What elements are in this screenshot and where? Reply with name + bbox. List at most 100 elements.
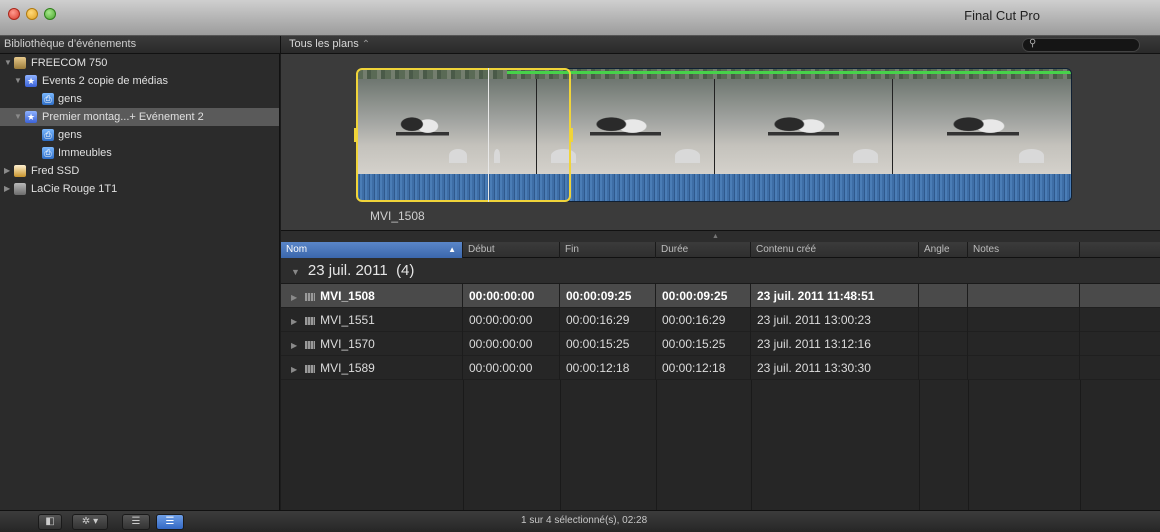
- table-row[interactable]: ▶ MVI_1551 00:00:00:00 00:00:16:29 00:00:…: [281, 308, 1160, 332]
- search-icon: ⚲: [1029, 38, 1037, 49]
- library-item-event[interactable]: ▼ ★ Events 2 copie de médias: [0, 72, 279, 90]
- column-header-start[interactable]: Début: [463, 242, 560, 258]
- clip-filter-label: Tous les plans: [289, 38, 359, 50]
- close-window-button[interactable]: [8, 8, 20, 20]
- cell-notes[interactable]: [968, 332, 1080, 356]
- column-header-bar: Nom ▲ Début Fin Durée Contenu créé Angle …: [281, 242, 1160, 258]
- cell-duration: 00:00:09:25: [656, 284, 751, 308]
- cell-start: 00:00:00:00: [463, 332, 560, 356]
- disclosure-open-icon[interactable]: ▼: [14, 108, 22, 126]
- table-row[interactable]: ▶ MVI_1589 00:00:00:00 00:00:12:18 00:00:…: [281, 356, 1160, 380]
- filmstrip-view: MVI_1508: [281, 54, 1160, 230]
- clip-thumbnail: [893, 79, 1071, 174]
- column-header-end[interactable]: Fin: [560, 242, 656, 258]
- film-clip-icon: [305, 292, 316, 301]
- library-item-label: gens: [58, 93, 82, 105]
- column-divider: [968, 380, 969, 510]
- library-item-keyword[interactable]: ⎙ gens: [0, 90, 279, 108]
- library-item-keyword[interactable]: ⎙ gens: [0, 126, 279, 144]
- cell-angle: [919, 284, 968, 308]
- event-library-header: Bibliothèque d’événements: [0, 36, 280, 54]
- column-header-name[interactable]: Nom ▲: [281, 242, 463, 258]
- cell-name: ▶ MVI_1508: [281, 284, 463, 308]
- clip-filter-popup[interactable]: Tous les plans ⌃: [289, 38, 370, 50]
- library-item-label: FREECOM 750: [31, 57, 108, 69]
- disclosure-closed-icon[interactable]: ▶: [4, 162, 10, 180]
- window-title: Final Cut Pro: [964, 8, 1040, 23]
- browser-toolbar: Tous les plans ⌃ ⚲: [280, 36, 1160, 54]
- library-item-freecom[interactable]: ▼ FREECOM 750: [0, 54, 279, 72]
- cell-angle: [919, 332, 968, 356]
- column-header-content-created[interactable]: Contenu créé: [751, 242, 919, 258]
- disclosure-closed-icon: ▶: [291, 293, 298, 302]
- favorite-range-line: [507, 71, 1071, 74]
- cell-name: ▶ MVI_1570: [281, 332, 463, 356]
- cell-name: ▶ MVI_1589: [281, 356, 463, 380]
- action-gear-button[interactable]: ✲ ▾: [72, 514, 108, 530]
- minimize-window-button[interactable]: [26, 8, 38, 20]
- film-clip-icon: [305, 340, 316, 349]
- chevron-updown-icon: ⌃: [361, 39, 371, 50]
- cell-duration: 00:00:15:25: [656, 332, 751, 356]
- home-drive-icon: [14, 165, 26, 177]
- date-group-label: 23 juil. 2011: [307, 262, 388, 279]
- disclosure-open-icon[interactable]: ▼: [291, 267, 300, 277]
- show-hide-library-button[interactable]: ◧: [38, 514, 62, 530]
- film-clip-icon: [305, 364, 316, 373]
- cell-start: 00:00:00:00: [463, 308, 560, 332]
- drive-icon: [14, 57, 26, 69]
- column-header-angle[interactable]: Angle: [919, 242, 968, 258]
- clip-list: Nom ▲ Début Fin Durée Contenu créé Angle …: [281, 242, 1160, 510]
- search-field[interactable]: ⚲: [1022, 38, 1140, 52]
- range-start-handle[interactable]: [354, 128, 358, 142]
- pane-splitter[interactable]: ▲: [281, 230, 1160, 242]
- list-view-button[interactable]: ☰: [156, 514, 184, 530]
- keyword-collection-icon: ⎙: [42, 93, 54, 105]
- library-item-lacie[interactable]: ▶ LaCie Rouge 1T1: [0, 180, 279, 198]
- cell-notes[interactable]: [968, 308, 1080, 332]
- date-group-row[interactable]: ▼ 23 juil. 2011 (4): [281, 258, 1160, 284]
- cell-end: 00:00:12:18: [560, 356, 656, 380]
- table-row[interactable]: ▶ MVI_1508 00:00:00:00 00:00:09:25 00:00:…: [281, 284, 1160, 308]
- clip-selection-range[interactable]: [354, 68, 573, 202]
- filmstrip-view-button[interactable]: ☰: [122, 514, 150, 530]
- library-item-keyword[interactable]: ⎙ Immeubles: [0, 144, 279, 162]
- film-clip-icon: [305, 316, 316, 325]
- column-header-notes[interactable]: Notes: [968, 242, 1080, 258]
- splitter-grip-icon: ▲: [712, 233, 719, 240]
- cell-content-created: 23 juil. 2011 13:00:23: [751, 308, 919, 332]
- library-item-label: Fred SSD: [31, 165, 80, 177]
- library-item-label: Events 2 copie de médias: [42, 75, 168, 87]
- zoom-window-button[interactable]: [44, 8, 56, 20]
- library-item-label: LaCie Rouge 1T1: [31, 183, 118, 195]
- column-divider: [751, 380, 752, 510]
- cell-end: 00:00:09:25: [560, 284, 656, 308]
- library-item-event-selected[interactable]: ▼ ★ Premier montag...+ Evénement 2: [0, 108, 279, 126]
- disclosure-closed-icon[interactable]: ▶: [4, 180, 10, 198]
- range-end-handle[interactable]: [569, 128, 573, 142]
- cell-duration: 00:00:16:29: [656, 308, 751, 332]
- column-header-duration[interactable]: Durée: [656, 242, 751, 258]
- disclosure-closed-icon: ▶: [291, 365, 298, 374]
- skimmer-playhead[interactable]: [488, 68, 489, 202]
- table-row[interactable]: ▶ MVI_1570 00:00:00:00 00:00:15:25 00:00:…: [281, 332, 1160, 356]
- cell-notes[interactable]: [968, 284, 1080, 308]
- column-divider: [919, 380, 920, 510]
- cell-content-created: 23 juil. 2011 11:48:51: [751, 284, 919, 308]
- column-divider: [656, 380, 657, 510]
- column-divider: [463, 380, 464, 510]
- cell-duration: 00:00:12:18: [656, 356, 751, 380]
- disclosure-open-icon[interactable]: ▼: [14, 72, 22, 90]
- column-header-empty: [1080, 242, 1160, 258]
- disclosure-open-icon[interactable]: ▼: [4, 54, 12, 72]
- cell-content-created: 23 juil. 2011 13:12:16: [751, 332, 919, 356]
- cell-angle: [919, 356, 968, 380]
- external-drive-icon: [14, 183, 26, 195]
- bottom-toolbar: ◧ ✲ ▾ ☰ ☰ 1 sur 4 sélectionné(s), 02:28: [0, 510, 1160, 532]
- keyword-collection-icon: ⎙: [42, 147, 54, 159]
- cell-notes[interactable]: [968, 356, 1080, 380]
- event-star-icon: ★: [25, 111, 37, 123]
- date-group-count: (4): [396, 262, 415, 279]
- library-item-label: Premier montag...+ Evénement 2: [42, 111, 204, 123]
- library-item-fred-ssd[interactable]: ▶ Fred SSD: [0, 162, 279, 180]
